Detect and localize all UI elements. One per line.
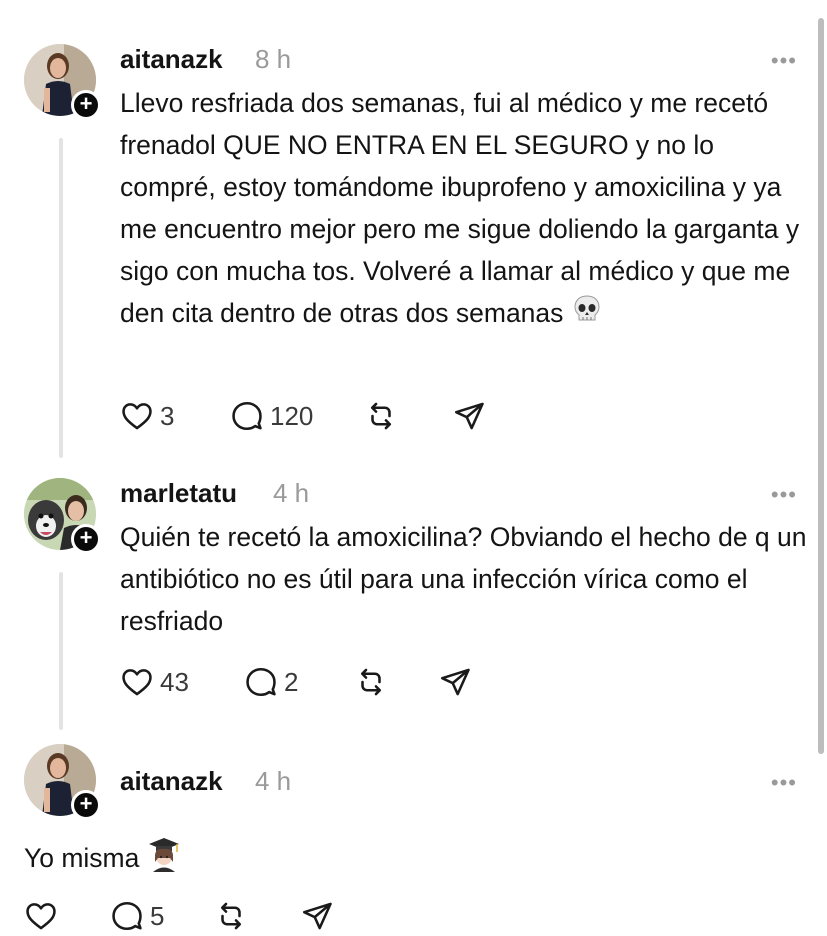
- username[interactable]: marletatu: [120, 478, 237, 509]
- like-count: 43: [160, 666, 189, 697]
- thread-line: [59, 572, 63, 730]
- send-icon: [440, 668, 470, 696]
- follow-plus-icon[interactable]: +: [71, 524, 101, 554]
- reply-button[interactable]: 120: [230, 396, 313, 436]
- like-button[interactable]: [24, 896, 64, 936]
- post-text: Llevo resfriada dos semanas, fui al médi…: [120, 82, 810, 337]
- more-options-icon[interactable]: •••: [771, 482, 797, 508]
- follow-plus-icon[interactable]: +: [71, 790, 101, 820]
- reply-count: 2: [284, 666, 299, 697]
- share-button[interactable]: [300, 896, 334, 936]
- repost-icon: [360, 668, 382, 696]
- reply-count: 5: [150, 900, 165, 931]
- post-actions: 5: [24, 896, 424, 936]
- username[interactable]: aitanazk: [120, 44, 223, 75]
- reply-button[interactable]: 2: [244, 662, 298, 702]
- more-options-icon[interactable]: •••: [771, 770, 797, 796]
- post-text: Yo misma: [24, 836, 714, 884]
- repost-icon: [220, 902, 242, 930]
- send-icon: [454, 402, 484, 430]
- share-button[interactable]: [452, 396, 486, 436]
- heart-icon: [122, 669, 152, 696]
- woman-student-icon: [147, 836, 181, 884]
- scrollbar[interactable]: [818, 18, 824, 754]
- comment-icon: [112, 901, 142, 931]
- like-count: 3: [160, 400, 175, 431]
- heart-icon: [26, 903, 56, 930]
- timestamp: 4 h: [255, 766, 292, 796]
- send-icon: [302, 902, 332, 930]
- comment-icon: [232, 401, 262, 431]
- post-text: Quién te recetó la amoxicilina? Obviando…: [120, 522, 807, 636]
- repost-icon: [370, 402, 392, 430]
- thread-line: [59, 138, 63, 458]
- timestamp: 4 h: [273, 478, 310, 508]
- username[interactable]: aitanazk: [120, 766, 223, 797]
- comment-icon: [246, 667, 276, 697]
- timestamp: 8 h: [255, 44, 292, 74]
- like-button[interactable]: 43: [120, 662, 189, 702]
- like-button[interactable]: 3: [120, 396, 174, 436]
- repost-button[interactable]: [354, 662, 388, 702]
- heart-icon: [122, 403, 152, 430]
- repost-button[interactable]: [364, 396, 398, 436]
- post-text-content: Llevo resfriada dos semanas, fui al médi…: [120, 88, 800, 328]
- follow-plus-icon[interactable]: +: [71, 90, 101, 120]
- post-actions: 3 120: [120, 396, 520, 436]
- post-actions: 43 2: [120, 662, 520, 702]
- share-button[interactable]: [438, 662, 472, 702]
- repost-button[interactable]: [214, 896, 248, 936]
- skull-icon: [571, 293, 603, 337]
- post-text-content: Yo misma: [24, 843, 140, 873]
- more-options-icon[interactable]: •••: [771, 48, 797, 74]
- reply-button[interactable]: 5: [110, 896, 164, 936]
- reply-count: 120: [270, 400, 314, 431]
